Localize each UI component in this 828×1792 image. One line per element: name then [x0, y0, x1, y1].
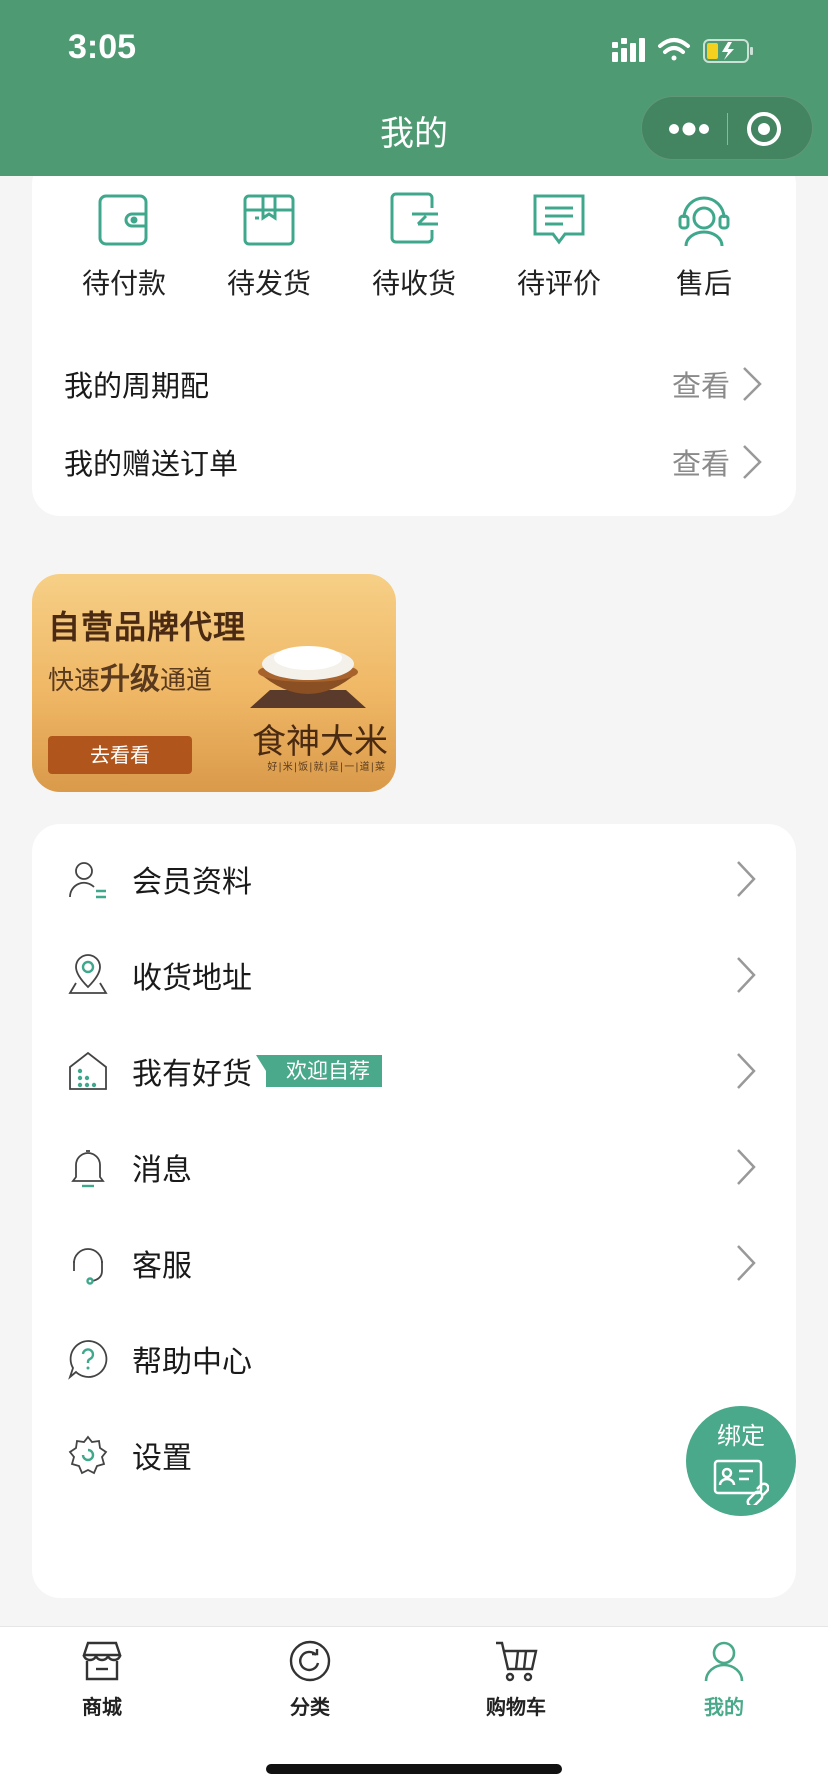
menu-item-messages[interactable]: 消息 [32, 1112, 796, 1222]
order-pending-review[interactable]: 待评价 [489, 188, 629, 308]
tab-category[interactable]: 分类 [230, 1637, 390, 1720]
row-title: 我的赠送订单 [64, 447, 239, 481]
menu-item-recommend-goods[interactable]: 我有好货 欢迎自荐 [32, 1016, 796, 1126]
menu-label: 客服 [132, 1249, 192, 1284]
wallet-icon [98, 194, 148, 246]
bind-float-button[interactable]: 绑定 [686, 1406, 796, 1516]
help-icon [68, 1340, 108, 1380]
menu-label: 消息 [132, 1153, 192, 1188]
banner-subtitle-bold: 升级 [100, 662, 161, 697]
order-label: 售后 [675, 267, 732, 300]
category-icon [289, 1640, 331, 1682]
top-bar: 3:05 我的 [0, 0, 828, 176]
banner-subtitle-post: 通道 [160, 666, 213, 696]
box-icon [243, 194, 295, 246]
chevron-right-icon [737, 957, 756, 993]
menu-item-help-center[interactable]: 帮助中心 [32, 1304, 796, 1414]
chevron-right-icon [737, 1149, 756, 1185]
customer-service-icon [73, 1248, 103, 1285]
menu-label: 帮助中心 [132, 1345, 252, 1380]
chevron-right-icon [737, 1245, 756, 1281]
order-pending-payment[interactable]: 待付款 [54, 188, 194, 308]
order-label: 待收货 [371, 267, 456, 300]
order-label: 待发货 [226, 267, 311, 300]
wifi-icon [658, 38, 690, 61]
tab-label: 我的 [704, 1695, 744, 1719]
chevron-right-icon [743, 445, 762, 479]
menu-label: 会员资料 [132, 865, 252, 900]
menu-item-member-profile[interactable]: 会员资料 [32, 824, 796, 934]
menu-item-shipping-address[interactable]: 收货地址 [32, 920, 796, 1030]
view-label: 查看 [671, 447, 730, 481]
menu-item-settings[interactable]: 设置 [32, 1400, 796, 1510]
banner-tagline: 好|米|饭|就|是|一|道|菜 [267, 762, 386, 773]
settings-icon [68, 1435, 108, 1475]
home-indicator [266, 1764, 562, 1774]
row-title: 我的周期配 [64, 369, 210, 403]
id-card-link-icon [713, 1459, 769, 1505]
chevron-right-icon [737, 861, 756, 897]
status-icons [612, 38, 753, 63]
settings-menu-card: 会员资料 收货地址 我有好货 欢迎自荐 消息 客服 帮助中心 设置 [32, 824, 796, 1598]
order-after-sales[interactable]: 售后 [634, 188, 774, 308]
orders-card: 待付款 待发货 待收货 待评价 售后 我的周期配 查看 我的赠送订单 查看 [32, 176, 796, 516]
tab-label: 商城 [82, 1695, 122, 1719]
content-area[interactable]: 待付款 待发货 待收货 待评价 售后 我的周期配 查看 我的赠送订单 查看 自营… [0, 176, 828, 1626]
member-profile-icon [69, 862, 106, 899]
battery-icon [703, 39, 753, 63]
mini-program-capsule [641, 96, 813, 160]
location-icon [68, 954, 108, 994]
banner-go-button[interactable]: 去看看 [48, 736, 192, 774]
gift-orders-row[interactable]: 我的赠送订单 查看 [64, 432, 764, 492]
menu-label: 设置 [132, 1441, 192, 1476]
banner-subtitle: 快速升级通道 [48, 654, 212, 698]
user-icon [704, 1641, 744, 1682]
chevron-right-icon [737, 1053, 756, 1089]
comment-icon [533, 194, 585, 245]
capsule-divider [727, 113, 728, 145]
brand-agent-banner[interactable]: 自营品牌代理 快速升级通道 食神大米 好|米|饭|就|是|一|道|菜 去看看 [32, 574, 396, 792]
headset-icon [678, 196, 730, 247]
menu-item-customer-service[interactable]: 客服 [32, 1208, 796, 1318]
view-link[interactable]: 查看 [672, 441, 764, 483]
banner-title: 自营品牌代理 [48, 608, 247, 646]
order-pending-shipment[interactable]: 待发货 [199, 188, 339, 308]
menu-label: 收货地址 [132, 961, 252, 996]
order-label: 待付款 [81, 267, 166, 300]
banner-brand: 食神大米 [252, 722, 388, 762]
cart-icon [496, 1641, 538, 1682]
tab-store[interactable]: 商城 [22, 1637, 182, 1720]
more-icon[interactable] [666, 115, 712, 143]
bell-icon [71, 1150, 105, 1188]
banner-subtitle-pre: 快速 [48, 666, 101, 696]
close-mini-program-icon[interactable] [746, 111, 782, 147]
tab-mine[interactable]: 我的 [644, 1637, 804, 1720]
tab-label: 分类 [290, 1695, 330, 1719]
menu-label: 我有好货 [132, 1057, 252, 1092]
house-icon [69, 1051, 107, 1090]
cycle-delivery-row[interactable]: 我的周期配 查看 [64, 354, 764, 414]
store-icon [82, 1641, 122, 1681]
bind-label: 绑定 [717, 1422, 765, 1450]
receive-icon [390, 192, 438, 244]
order-status-row: 待付款 待发货 待收货 待评价 售后 [54, 188, 774, 308]
rice-bowl-image [250, 646, 366, 708]
view-link[interactable]: 查看 [672, 363, 764, 405]
welcome-tag: 欢迎自荐 [256, 1055, 382, 1087]
view-label: 查看 [671, 369, 730, 403]
order-label: 待评价 [516, 267, 601, 300]
status-time: 3:05 [68, 28, 137, 66]
tab-label: 购物车 [486, 1695, 546, 1719]
tab-cart[interactable]: 购物车 [436, 1637, 596, 1720]
chevron-right-icon [743, 367, 762, 401]
order-pending-receipt[interactable]: 待收货 [344, 188, 484, 308]
signal-icon [612, 38, 645, 62]
